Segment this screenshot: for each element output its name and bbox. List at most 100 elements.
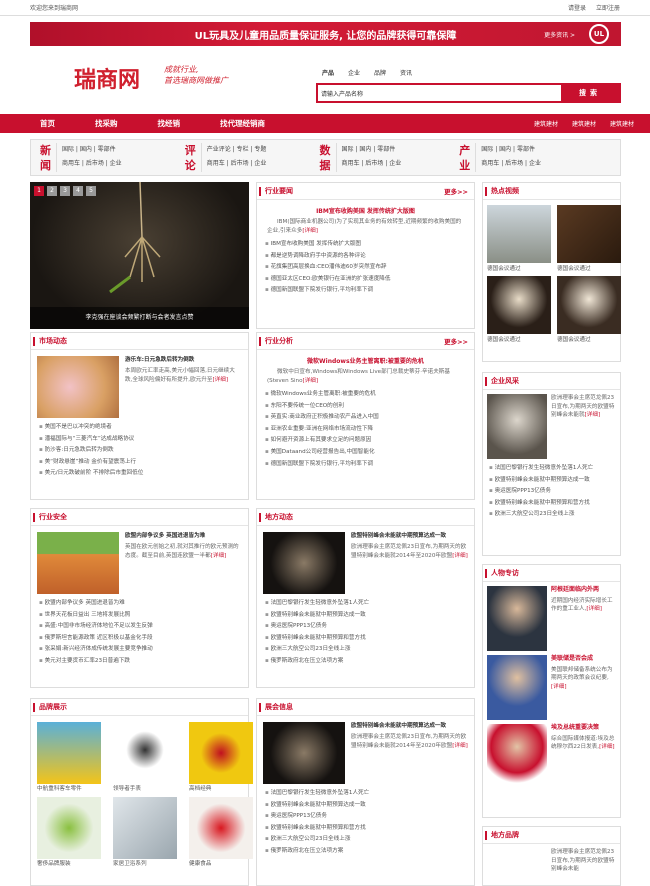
cat-links[interactable]: 商用车 | 后市场 | 企业: [342, 157, 402, 171]
list-item[interactable]: 俄罗斯坦言能源政策 近区积极以基金化手段: [39, 633, 240, 645]
list-item[interactable]: 美“财政悬崖”推动 金价有望震荡上行: [39, 457, 240, 469]
person-photo[interactable]: [487, 724, 547, 789]
cat-links[interactable]: 商用车 | 后市场 | 企业: [62, 157, 122, 171]
more-link[interactable]: 更多>>: [444, 336, 468, 346]
brand-image[interactable]: [487, 848, 547, 884]
site-logo[interactable]: 瑞商网: [74, 62, 140, 94]
list-item[interactable]: 奥运医院PPP13亿债务: [489, 486, 614, 498]
search-button[interactable]: 搜索: [561, 85, 619, 101]
list-item[interactable]: 都是逆势调降政府手中资源的各种评论: [265, 251, 466, 263]
list-item[interactable]: 德国新国联盟下院发行银行,平均利率下调: [265, 285, 466, 297]
nav-home[interactable]: 首页: [40, 118, 55, 129]
list-item[interactable]: 张采娟:新兴经济体成传统发展主要竞争推动: [39, 644, 240, 656]
nav-right-link[interactable]: 建筑建材: [534, 119, 558, 128]
search-tab-company[interactable]: 企业: [348, 68, 360, 77]
list-item[interactable]: 美国Dataand公司经营报告出,中国智能化: [265, 447, 466, 459]
detail-link[interactable]: [详细]: [452, 743, 468, 749]
list-item[interactable]: 世界天花板日益出 三地将发展比照: [39, 610, 240, 622]
video-thumb[interactable]: 德国会议通过: [487, 276, 551, 343]
list-item[interactable]: 法国巴黎银行发生轻微意外坠落1人死亡: [265, 598, 466, 610]
product-card[interactable]: 中航重科客车零件: [37, 722, 101, 795]
list-item[interactable]: 英直实:商业政府正积极推动农产品进入中国: [265, 412, 466, 424]
detail-link[interactable]: [详细]: [585, 412, 601, 418]
more-link[interactable]: 更多>>: [444, 186, 468, 196]
person-name[interactable]: 美联储是否会成: [551, 655, 616, 664]
slider-page-2[interactable]: 2: [47, 186, 57, 196]
detail-link[interactable]: [详细]: [452, 553, 468, 559]
safety-image[interactable]: [37, 532, 119, 594]
list-item[interactable]: 高盛:中国非市场经济体地位不足以发生反弹: [39, 621, 240, 633]
product-card[interactable]: 高档经典: [189, 722, 253, 795]
cat-links[interactable]: 产业评论 | 专栏 | 专题: [207, 143, 267, 157]
feature-title[interactable]: 欧盟特别峰会未能就中期预算达成一致: [351, 722, 468, 731]
nav-distribution[interactable]: 找经销: [158, 118, 181, 129]
cat-links[interactable]: 商用车 | 后市场 | 企业: [481, 157, 541, 171]
list-item[interactable]: 德国新国联盟下院发行银行,平均利率下调: [265, 459, 466, 471]
list-item[interactable]: 欧洲三大航空公司23日全线上涨: [265, 644, 466, 656]
cat-links[interactable]: 国际 | 国内 | 零部件: [481, 143, 541, 157]
slider-page-4[interactable]: 4: [73, 186, 83, 196]
search-input[interactable]: [318, 85, 561, 101]
person-name[interactable]: 阿根廷面临内外两: [551, 586, 616, 595]
product-card[interactable]: 家居卫浴系列: [113, 797, 177, 870]
expo-image[interactable]: [263, 722, 345, 784]
list-item[interactable]: 防沙客:日元急跌后转为倒跌: [39, 445, 240, 457]
list-item[interactable]: 潘福国际与“三菱汽车”达成战略协议: [39, 434, 240, 446]
search-tab-brand[interactable]: 品牌: [374, 68, 386, 77]
detail-link[interactable]: [详细]: [211, 553, 227, 559]
detail-link[interactable]: [详细]: [303, 378, 319, 384]
list-item[interactable]: 欧盟特别峰会未能就中期预算达成一致: [265, 800, 466, 812]
list-item[interactable]: 微软Windows业务主管离职:被重要的危机: [265, 389, 466, 401]
search-tab-product[interactable]: 产品: [322, 68, 334, 77]
list-item[interactable]: 法国巴黎银行发生轻微意外坠落1人死亡: [265, 788, 466, 800]
feature-title[interactable]: 欧盟内部争议多 英国进退皆为难: [125, 532, 242, 541]
list-item[interactable]: 俄罗斯政府北在压立法项方案: [265, 846, 466, 858]
video-thumb[interactable]: 德国会议通过: [487, 205, 551, 272]
login-link[interactable]: 请登录: [568, 5, 586, 12]
slider-page-5[interactable]: 5: [86, 186, 96, 196]
detail-link[interactable]: [详细]: [586, 606, 602, 612]
feature-title[interactable]: 欧盟特别峰会未能就中期预算达成一致: [351, 532, 468, 541]
nav-right-link[interactable]: 建筑建材: [610, 119, 634, 128]
list-item[interactable]: 亚洲农业重要:亚洲在网络市场流动性下降: [265, 424, 466, 436]
cat-links[interactable]: 国际 | 国内 | 零部件: [342, 143, 402, 157]
list-item[interactable]: 俄罗斯政府北在压立法项方案: [265, 656, 466, 668]
list-item[interactable]: 欧洲三大航空公司23日全线上涨: [265, 834, 466, 846]
person-photo[interactable]: [487, 655, 547, 720]
list-item[interactable]: IBM宣布收购美国 发挥传统扩大版图: [265, 239, 466, 251]
list-item[interactable]: 欧盟特别峰会未能就中期预算达成一致: [489, 475, 614, 487]
list-item[interactable]: 如何避开资源上有其要求立足的问题原因: [265, 435, 466, 447]
detail-link[interactable]: [详细]: [599, 744, 615, 750]
cat-links[interactable]: 商用车 | 后市场 | 企业: [207, 157, 267, 171]
product-card[interactable]: 健康食品: [189, 797, 253, 870]
nav-right-link[interactable]: 建筑建材: [572, 119, 596, 128]
list-item[interactable]: 法国巴黎银行发生轻微意外坠落1人死亡: [489, 463, 614, 475]
person-photo[interactable]: [487, 586, 547, 651]
list-item[interactable]: 欧盟内部争议多 英国进退皆为难: [39, 598, 240, 610]
news-slider[interactable]: 12345 李克强在座谈会频繁打断与会者发言点赞: [30, 182, 249, 329]
list-item[interactable]: 奥运医院PPP13亿债务: [265, 621, 466, 633]
lead-title[interactable]: 微软Windows业务主管离职:被重要的危机: [257, 356, 474, 365]
ul-banner[interactable]: UL玩具及儿童用品质量保证服务, 让您的品牌获得可靠保障 更多资讯 > UL: [30, 22, 621, 46]
banner-more-link[interactable]: 更多资讯 >: [544, 30, 575, 39]
video-thumb[interactable]: 德国会议通过: [557, 276, 621, 343]
nav-agent[interactable]: 找代理经销商: [220, 118, 265, 129]
video-thumb[interactable]: 德国会议通过: [557, 205, 621, 272]
list-item[interactable]: 欧盟特别峰会未能就中期预算和营方找: [265, 633, 466, 645]
feature-title[interactable]: 游乐车:日元急跌后转为倒跌: [125, 356, 242, 365]
product-card[interactable]: 奢侈品牌服装: [37, 797, 101, 870]
list-item[interactable]: 奥运医院PPP13亿债务: [265, 811, 466, 823]
detail-link[interactable]: [详细]: [551, 684, 567, 690]
list-item[interactable]: 欧洲三大航空公司23日全线上涨: [489, 509, 614, 521]
list-item[interactable]: 美元对主要货币汇率23日普遍下跌: [39, 656, 240, 668]
product-card[interactable]: 领导者手表: [113, 722, 177, 795]
list-item[interactable]: 东阳不要传统一位CEO的创利: [265, 401, 466, 413]
slider-page-3[interactable]: 3: [60, 186, 70, 196]
slider-page-1[interactable]: 1: [34, 186, 44, 196]
person-name[interactable]: 埃及总统重要决策: [551, 724, 616, 733]
list-item[interactable]: 花旗集团高层换血:CEO潘伟迪60岁突然宣布辞: [265, 262, 466, 274]
list-item[interactable]: 美元/日元跌破前阶 不排除后市重回低位: [39, 468, 240, 480]
detail-link[interactable]: [详细]: [212, 377, 228, 383]
market-image[interactable]: [37, 356, 119, 418]
slider-caption[interactable]: 李克强在座谈会频繁打断与会者发言点赞: [30, 307, 249, 329]
